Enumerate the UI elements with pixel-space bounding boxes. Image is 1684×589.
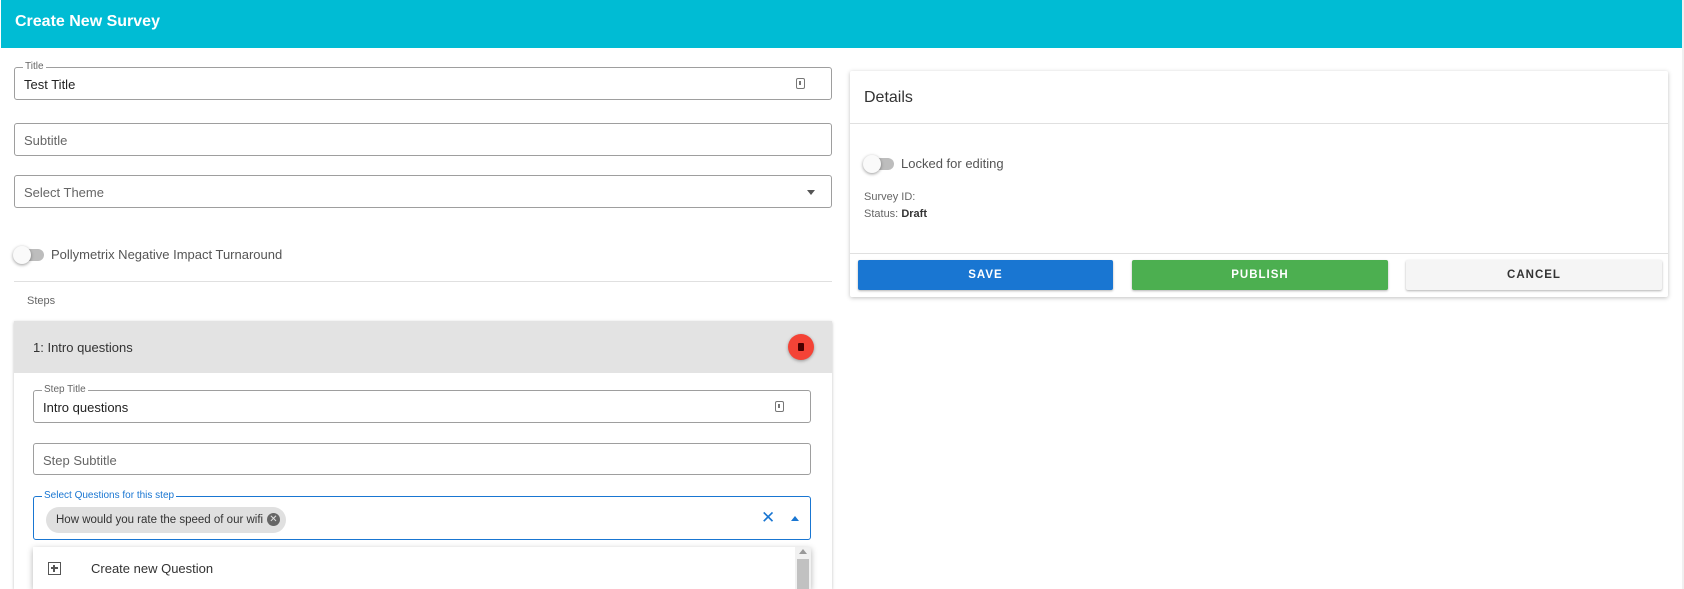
step-subtitle-field[interactable]: Step Subtitle [33,443,811,475]
status-value: Draft [901,208,927,220]
step-header-label: 1: Intro questions [33,340,133,355]
cancel-button[interactable]: CANCEL [1406,260,1662,290]
text-counter-icon [796,78,805,89]
publish-button[interactable]: PUBLISH [1132,260,1388,290]
add-box-icon [48,562,61,575]
trash-icon [798,343,804,351]
title-field-label: Title [23,61,46,73]
scroll-thumb[interactable] [797,559,809,589]
chip-label: How would you rate the speed of our wifi [56,514,264,526]
questions-dropdown: Create new Question [33,547,811,589]
locked-label: Locked for editing [901,156,1004,171]
pollymetrix-label: Pollymetrix Negative Impact Turnaround [51,247,283,262]
dropdown-scrollbar[interactable] [795,547,811,589]
card-divider [850,123,1668,124]
details-title: Details [864,89,913,106]
theme-select[interactable]: Select Theme [14,175,832,208]
question-chip[interactable]: How would you rate the speed of our wifi… [46,507,286,533]
app-header: Create New Survey [1,0,1682,48]
theme-placeholder: Select Theme [24,185,104,200]
scroll-up-icon[interactable] [799,549,807,554]
step-title-label: Step Title [42,384,88,396]
page-title: Create New Survey [15,13,160,30]
steps-label: Steps [27,295,56,307]
questions-select[interactable]: Select Questions for this step How would… [33,490,811,540]
title-field-value[interactable]: Test Title [24,77,75,92]
delete-step-button[interactable] [788,334,814,360]
chevron-up-icon[interactable] [791,516,799,521]
subtitle-placeholder: Subtitle [24,133,68,148]
questions-select-label: Select Questions for this step [42,490,177,502]
subtitle-field[interactable]: Subtitle [14,123,832,156]
status-line: Status: Draft [864,208,927,220]
create-question-option[interactable]: Create new Question [33,547,795,589]
card-divider [850,253,1668,254]
toggle-thumb [13,246,31,264]
chevron-down-icon[interactable] [807,190,815,195]
status-label: Status: [864,208,899,220]
create-question-label: Create new Question [91,561,214,576]
details-card: Details Locked for editing Survey ID: St… [850,71,1668,297]
toggle-thumb [863,155,881,173]
text-counter-icon [775,401,784,412]
save-button[interactable]: SAVE [858,260,1113,290]
survey-id-line: Survey ID: [864,191,915,203]
step-title-field[interactable]: Step Title Intro questions [33,384,811,423]
survey-id-label: Survey ID: [864,191,916,203]
title-field[interactable]: Title Test Title [14,61,832,100]
step-subtitle-placeholder: Step Subtitle [43,453,117,468]
divider [14,281,832,282]
clear-icon[interactable]: ✕ [761,509,775,526]
chip-remove-icon[interactable]: ✕ [267,513,280,526]
step-title-value[interactable]: Intro questions [43,400,128,415]
step-header[interactable]: 1: Intro questions [14,321,832,373]
